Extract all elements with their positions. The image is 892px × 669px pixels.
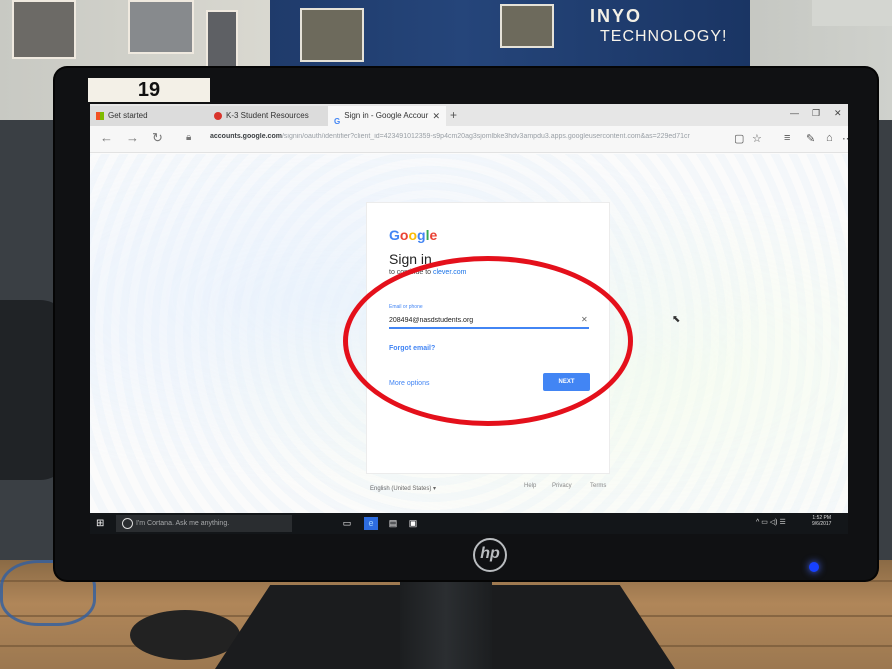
start-button[interactable]: ⊞ [96,518,104,529]
wall-picture [812,0,892,26]
help-link[interactable]: Help [524,483,536,489]
bulletin-sign-top: INYO [590,6,643,26]
cortana-placeholder: I'm Cortana. Ask me anything. [136,520,230,527]
clock-date: 9/6/2017 [812,521,832,527]
close-window-icon[interactable]: ✕ [834,108,842,119]
mouse-cursor-icon: ⬉ [672,314,681,325]
store-icon[interactable]: ▣ [406,517,420,530]
taskbar-clock[interactable]: 1:52 PM 9/6/2017 [812,515,831,527]
url-path: /signin/oauth/identifier?client_id=42349… [281,133,690,140]
desk-object [130,610,240,660]
google-logo: Google [389,227,438,243]
tab-label: K-3 Student Resources [226,111,309,120]
signin-card: Google Sign in to continue to clever.com… [366,202,610,474]
reading-view-icon[interactable]: ▢ [734,132,744,145]
bulletin-photo [300,8,364,62]
windows-taskbar: ⊞ I'm Cortana. Ask me anything. ▭ e ▤ ▣ … [90,513,848,534]
power-led-icon[interactable] [809,562,819,572]
file-explorer-icon[interactable]: ▤ [386,517,400,530]
next-button[interactable]: NEXT [543,373,590,391]
google-icon: G [334,116,341,126]
refresh-icon[interactable]: ↻ [152,130,163,146]
close-icon[interactable]: ✕ [432,106,440,126]
language-label: English (United States) [370,486,432,492]
system-tray-icons[interactable]: ^ ▭ ◁) ☰ [756,518,786,526]
hp-logo: hp [473,538,507,572]
share-icon[interactable]: ⌂ [826,132,833,144]
chevron-down-icon: ▾ [433,486,437,492]
edge-icon[interactable]: e [364,517,378,530]
clear-icon[interactable]: ✕ [581,315,588,324]
cortana-icon [122,518,133,529]
privacy-link[interactable]: Privacy [552,483,572,489]
browser-nav-bar: ← → ↻ 🔒︎ accounts.google.com/signin/oaut… [90,126,848,153]
terms-link[interactable]: Terms [590,483,606,489]
hub-icon[interactable]: ≡ [784,132,790,144]
apple-icon [214,111,222,120]
bulletin-photo [500,4,554,48]
tab-k3-resources[interactable]: K-3 Student Resources [208,106,328,126]
tab-google-signin[interactable]: GSign in - Google Accour ✕ [328,106,446,126]
subtitle-prefix: to continue to [389,269,432,276]
tab-label: Get started [108,111,148,120]
email-field-label: Email or phone [389,304,423,310]
tab-label: Sign in - Google Accour [344,111,429,120]
language-select[interactable]: English (United States) ▾ [370,485,436,492]
clever-link[interactable]: clever.com [433,269,466,276]
page-title: Sign in [389,251,432,267]
forgot-email-link[interactable]: Forgot email? [389,345,435,352]
cortana-search-box[interactable]: I'm Cortana. Ask me anything. [116,515,292,532]
forward-icon[interactable]: → [126,130,139,145]
bulletin-sign-bottom: TECHNOLOGY! [600,28,728,45]
monitor-screen: Get started K-3 Student Resources GSign … [90,104,848,534]
task-view-icon[interactable]: ▭ [340,517,354,530]
address-bar[interactable]: accounts.google.com/signin/oauth/identif… [210,133,730,140]
tab-get-started[interactable]: Get started [90,106,208,126]
maximize-icon[interactable]: ❐ [812,108,820,119]
minimize-icon[interactable]: — [790,108,799,118]
more-options-link[interactable]: More options [389,380,429,387]
more-icon[interactable]: ⋯ [842,132,848,145]
browser-tab-bar: Get started K-3 Student Resources GSign … [90,104,848,126]
back-icon[interactable]: ← [100,130,113,145]
favorite-star-icon[interactable]: ☆ [752,132,762,145]
wall-picture [206,10,238,72]
signin-subtitle: to continue to clever.com [389,269,466,276]
email-field[interactable] [389,313,589,329]
monitor-asset-label: 19 [88,78,210,102]
new-tab-button[interactable]: + [450,106,457,124]
url-domain: accounts.google.com [210,133,282,140]
windows-icon [96,111,104,120]
web-note-icon[interactable]: ✎ [806,132,815,145]
wall-picture [128,0,194,54]
lock-icon: 🔒︎ [186,132,192,143]
wall-picture [12,0,76,59]
